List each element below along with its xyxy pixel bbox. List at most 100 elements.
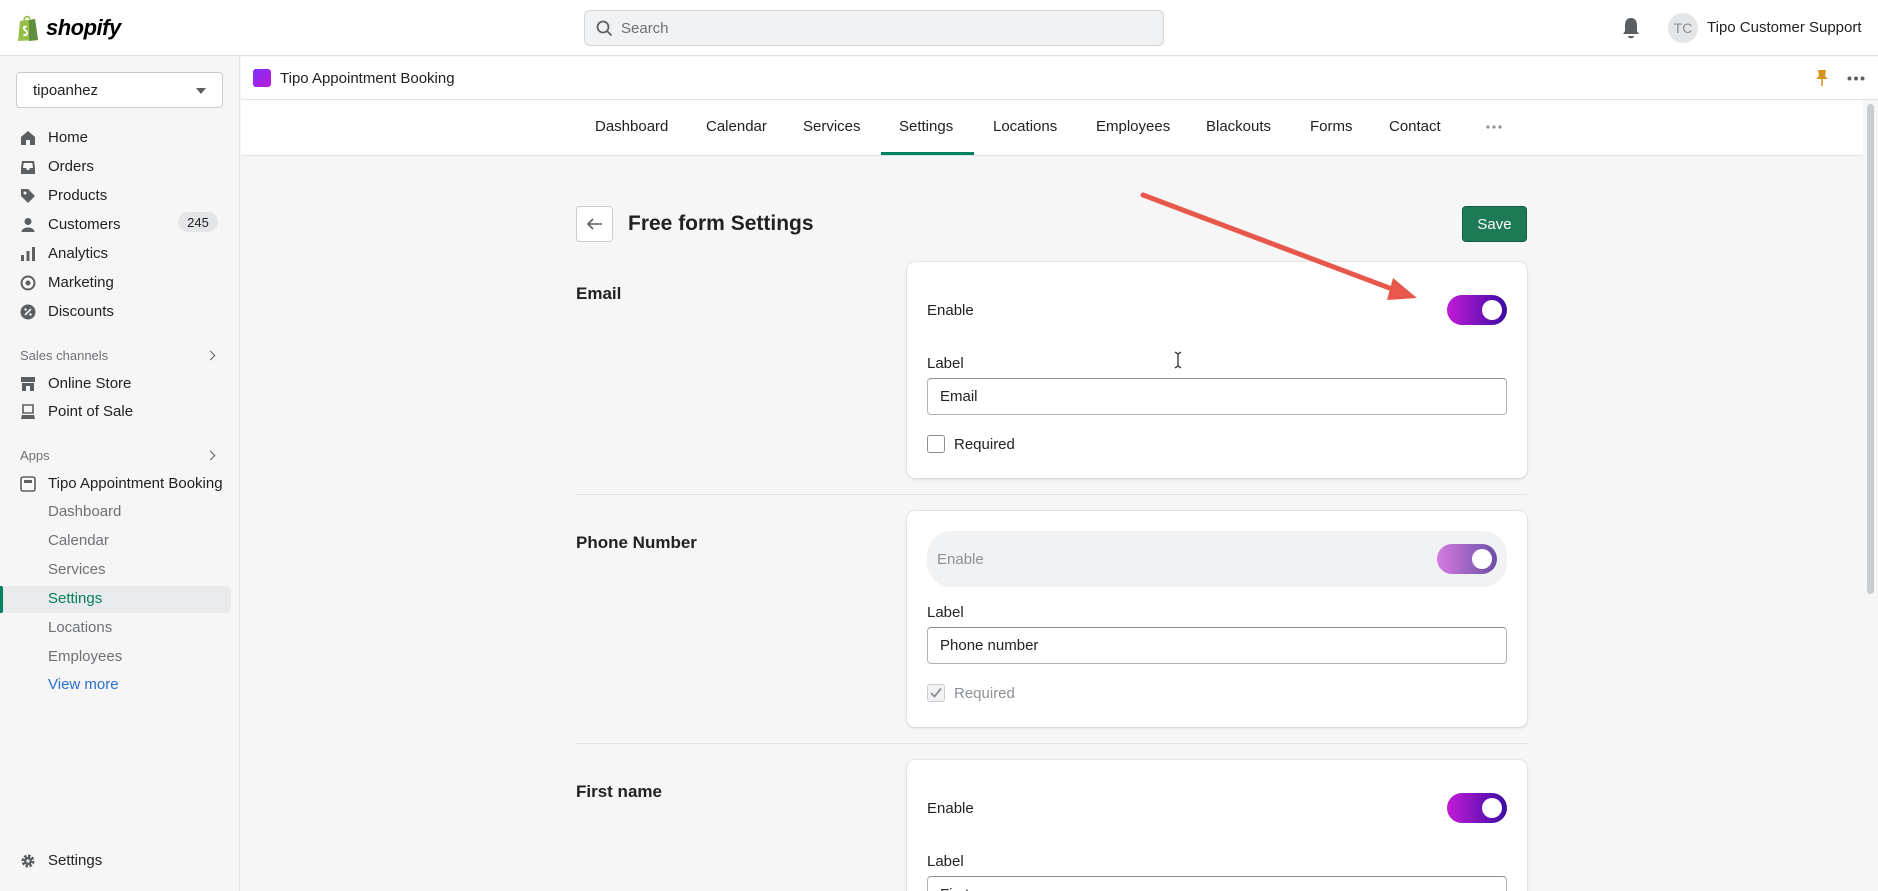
sidebar-subitem-dashboard[interactable]: Dashboard <box>48 503 121 520</box>
sidebar-item-analytics[interactable]: Analytics <box>20 245 108 262</box>
tab-locations[interactable]: Locations <box>993 118 1057 135</box>
sidebar-item-label: Online Store <box>48 375 132 392</box>
sidebar-item-label: Settings <box>48 852 103 869</box>
gear-icon <box>21 854 35 867</box>
tab-settings[interactable]: Settings <box>899 118 953 135</box>
first-name-settings-card: Enable Label First name <box>907 760 1527 891</box>
bar-chart-icon <box>21 246 35 261</box>
sidebar-item-point-of-sale[interactable]: Point of Sale <box>20 403 133 420</box>
scrollbar-thumb[interactable] <box>1867 104 1874 594</box>
sidebar-item-tipo-app[interactable]: Tipo Appointment Booking <box>20 475 223 492</box>
sidebar-item-settings[interactable]: Settings <box>20 852 102 869</box>
pin-icon[interactable] <box>1815 69 1829 87</box>
phone-settings-card: Enable Label Phone number Required <box>907 511 1527 727</box>
tag-icon <box>21 188 35 203</box>
page-title: Free form Settings <box>628 212 814 235</box>
sidebar-item-label: Analytics <box>48 245 109 262</box>
avatar[interactable]: TC <box>1668 13 1698 43</box>
arrow-left-icon <box>586 218 602 230</box>
phone-enable-toggle <box>1437 544 1497 574</box>
email-settings-card: Enable Label Email Required <box>907 262 1527 478</box>
sidebar-item-label: Marketing <box>48 274 114 291</box>
enable-label: Enable <box>927 799 974 817</box>
tab-blackouts[interactable]: Blackouts <box>1206 118 1271 135</box>
label-field-label: Label <box>927 355 964 372</box>
active-item-highlight <box>0 586 231 613</box>
account-name[interactable]: Tipo Customer Support <box>1707 19 1862 36</box>
sidebar-subitem-employees[interactable]: Employees <box>48 648 122 665</box>
section-title-first-name: First name <box>576 782 662 801</box>
tab-employees[interactable]: Employees <box>1096 118 1170 135</box>
first-name-enable-toggle[interactable] <box>1447 793 1507 823</box>
sidebar-item-customers[interactable]: Customers <box>20 216 121 233</box>
email-enable-toggle[interactable] <box>1447 295 1507 325</box>
brand-name: shopify <box>46 15 121 40</box>
person-icon <box>21 217 35 232</box>
sidebar-subitem-services[interactable]: Services <box>48 561 106 578</box>
enable-row: Enable <box>927 780 1507 836</box>
shopify-logo[interactable]: shopify <box>16 14 121 42</box>
store-selector[interactable]: tipoanhez <box>16 72 223 108</box>
caret-down-icon <box>196 88 206 94</box>
more-tabs-icon[interactable] <box>1486 125 1502 129</box>
app-icon <box>20 475 36 492</box>
sidebar-item-label: Orders <box>48 158 94 175</box>
toggle-knob <box>1472 549 1492 569</box>
tab-contact[interactable]: Contact <box>1389 118 1441 135</box>
store-icon <box>21 376 35 391</box>
enable-label: Enable <box>927 301 974 319</box>
sidebar-item-label: Point of Sale <box>48 403 134 420</box>
sidebar-subitem-settings[interactable]: Settings <box>48 590 102 607</box>
enable-label: Enable <box>937 550 984 568</box>
sidebar-item-label: Discounts <box>48 303 114 320</box>
tab-services[interactable]: Services <box>803 118 861 135</box>
sidebar-item-discounts[interactable]: Discounts <box>20 303 114 320</box>
first-name-label-input[interactable]: First name <box>927 876 1507 891</box>
tab-dashboard[interactable]: Dashboard <box>595 118 668 135</box>
section-divider <box>576 494 1527 495</box>
sidebar-subitem-calendar[interactable]: Calendar <box>48 532 109 549</box>
enable-row-disabled: Enable <box>927 531 1507 587</box>
sidebar-subitem-locations[interactable]: Locations <box>48 619 112 636</box>
email-required-checkbox[interactable] <box>927 435 945 453</box>
view-more-link[interactable]: View more <box>48 676 119 693</box>
app-header: Tipo Appointment Booking <box>241 57 1878 100</box>
section-divider <box>576 743 1527 744</box>
sidebar-item-marketing[interactable]: Marketing <box>20 274 114 291</box>
sales-channels-heading: Sales channels <box>20 348 109 363</box>
sidebar-item-home[interactable]: Home <box>20 129 88 146</box>
text-cursor-icon <box>1174 351 1182 369</box>
sidebar: tipoanhez Home Orders 245 Products Custo… <box>0 56 240 891</box>
active-item-indicator <box>0 586 3 613</box>
search-icon <box>596 20 613 37</box>
required-label: Required <box>954 685 1015 702</box>
bell-icon[interactable] <box>1620 16 1642 40</box>
back-button[interactable] <box>576 206 613 242</box>
app-title: Tipo Appointment Booking <box>280 70 455 87</box>
orders-icon <box>21 160 35 174</box>
section-title-email: Email <box>576 284 622 303</box>
more-horizontal-icon[interactable] <box>1847 76 1865 81</box>
tab-calendar[interactable]: Calendar <box>706 118 767 135</box>
sidebar-item-online-store[interactable]: Online Store <box>20 375 131 392</box>
save-button[interactable]: Save <box>1462 206 1527 242</box>
checkmark-icon <box>930 687 942 698</box>
tab-bar: Dashboard Calendar Services Settings Loc… <box>241 100 1863 156</box>
chevron-right-icon[interactable] <box>205 350 216 361</box>
phone-label-input[interactable]: Phone number <box>927 627 1507 664</box>
sidebar-item-label: Home <box>48 129 89 146</box>
discount-icon <box>20 304 36 319</box>
search-input[interactable]: Search <box>584 10 1164 46</box>
label-field-label: Label <box>927 853 964 870</box>
enable-row: Enable <box>927 282 1507 338</box>
email-label-input[interactable]: Email <box>927 378 1507 415</box>
sidebar-item-orders[interactable]: Orders <box>20 158 94 175</box>
phone-required-checkbox <box>927 684 945 702</box>
tab-forms[interactable]: Forms <box>1310 118 1353 135</box>
sidebar-item-products[interactable]: Products <box>20 187 107 204</box>
label-field-label: Label <box>927 604 964 621</box>
pos-icon <box>21 403 35 419</box>
store-name: tipoanhez <box>33 81 99 99</box>
sidebar-item-label: Tipo Appointment Booking <box>48 475 223 492</box>
chevron-right-icon[interactable] <box>205 450 216 461</box>
